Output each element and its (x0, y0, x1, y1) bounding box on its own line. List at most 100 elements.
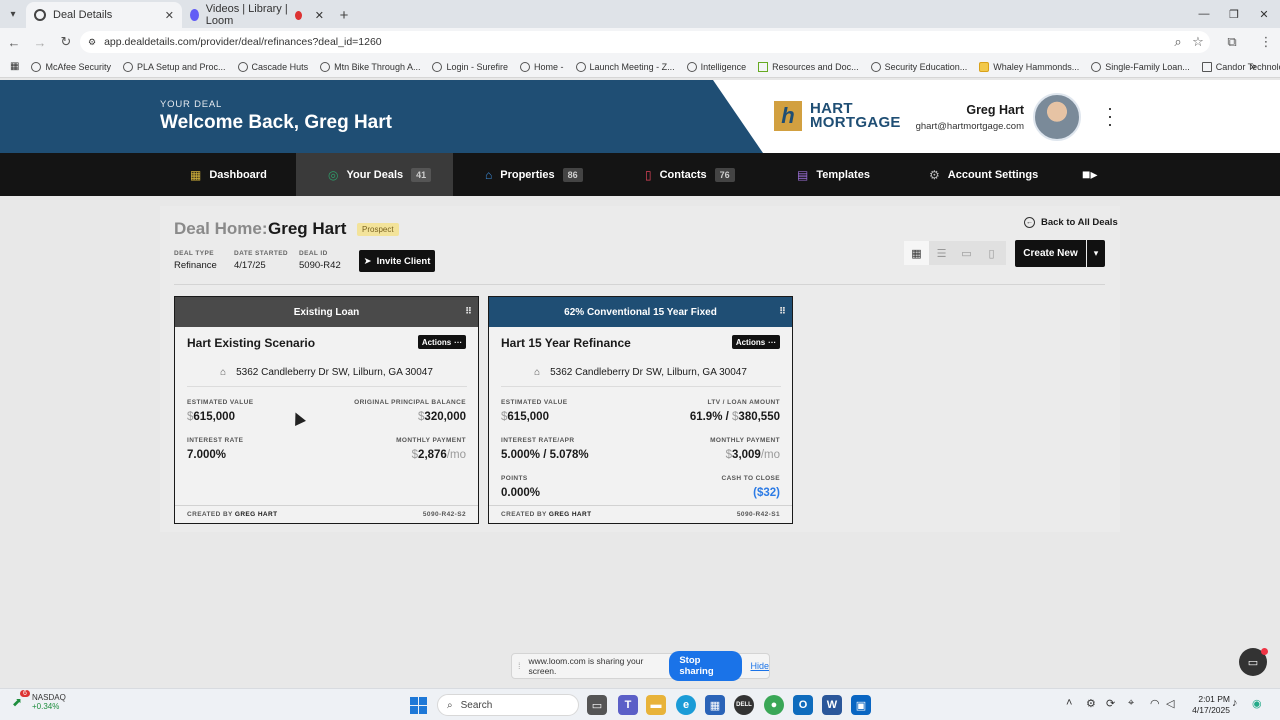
nav-account-settings[interactable]: ⚙ Account Settings (929, 153, 1038, 196)
taskbar-search[interactable]: ⌕ Search (437, 694, 579, 716)
bookmark-item[interactable]: Mtn Bike Through A... (320, 61, 420, 72)
notifications-bell-icon[interactable]: ♪ (1232, 697, 1238, 709)
tray-app-icon[interactable]: ⟳ (1106, 697, 1115, 710)
word-icon[interactable]: W (822, 695, 842, 715)
edge-icon[interactable]: e (676, 695, 696, 715)
tray-app-icon[interactable]: ⌖ (1128, 697, 1134, 710)
nav-dashboard[interactable]: ▦ Dashboard (190, 153, 267, 196)
cash-to-close-label: CASH TO CLOSE (721, 475, 780, 482)
task-view-icon[interactable]: ▭ (587, 695, 607, 715)
bookmark-item[interactable]: Single-Family Loan... (1091, 61, 1190, 72)
nav-templates[interactable]: ▤ Templates (797, 153, 870, 196)
outlook-icon[interactable]: O (793, 695, 813, 715)
bookmark-item[interactable]: Candor Technologi... (1201, 61, 1280, 72)
apps-grid-icon[interactable]: ▦ (10, 61, 19, 72)
tab-deal-details[interactable]: Deal Details ✕ (26, 2, 182, 28)
drag-handle-icon[interactable]: ⠿ (779, 306, 786, 317)
divider (501, 386, 781, 387)
back-arrow-icon[interactable]: ← (2, 30, 26, 54)
file-explorer-icon[interactable]: ▬ (646, 695, 666, 715)
deals-icon: ◎ (328, 167, 339, 182)
drag-handle-icon[interactable]: ⁞ (518, 661, 521, 671)
original-principal-value: $320,000 (418, 411, 466, 423)
nav-contacts[interactable]: ▯ Contacts 76 (645, 153, 735, 196)
system-clock[interactable]: 2:01 PM 4/17/2025 (1180, 694, 1230, 716)
tray-overflow-icon[interactable]: ˄ (1066, 697, 1072, 709)
wifi-icon[interactable]: ◠ (1150, 697, 1160, 710)
user-menu-icon[interactable]: · · · (1102, 99, 1118, 133)
minimize-icon[interactable]: — (1188, 0, 1220, 28)
ltv-loan-amount-label: LTV / LOAN AMOUNT (707, 399, 780, 406)
hide-link[interactable]: Hide (750, 661, 769, 671)
bookmark-item[interactable]: Intelligence (686, 61, 746, 72)
close-tab-icon[interactable]: ✕ (165, 9, 174, 22)
contacts-icon: ▯ (645, 167, 652, 182)
volume-icon[interactable]: ◁ (1166, 697, 1174, 710)
close-window-icon[interactable]: ✕ (1248, 0, 1280, 28)
avatar[interactable] (1033, 93, 1081, 141)
document-view-icon[interactable]: ▯ (979, 241, 1004, 265)
url-text: app.dealdetails.com/provider/deal/refina… (104, 36, 382, 48)
header-kicker: YOUR DEAL (160, 99, 223, 110)
scenario-card-existing: Existing Loan ⠿ Hart Existing Scenario A… (174, 296, 479, 524)
invite-client-button[interactable]: ➤ Invite Client (359, 250, 435, 272)
maximize-icon[interactable]: ❐ (1218, 0, 1250, 28)
windows-start-icon[interactable] (410, 697, 427, 714)
video-view-icon[interactable]: ▭ (954, 241, 979, 265)
extensions-icon[interactable]: ⧉ (1220, 30, 1244, 54)
card-footer: CREATED BY GREG HART 5090-R42-S2 (175, 505, 478, 523)
more-icon: ··· (454, 337, 463, 347)
bookmark-item[interactable]: Login - Surefire (432, 61, 508, 72)
dashboard-icon: ▦ (190, 167, 202, 182)
reload-icon[interactable]: ↻ (54, 30, 78, 54)
create-new-button[interactable]: Create New (1015, 240, 1086, 267)
video-camera-icon[interactable]: ■▸ (1082, 153, 1097, 196)
deal-type-label: DEAL TYPE (174, 250, 214, 257)
list-view-icon[interactable]: ☰ (929, 241, 954, 265)
chrome-icon[interactable]: ● (764, 695, 784, 715)
teams-icon[interactable]: T (618, 695, 638, 715)
bookmark-icon (758, 61, 769, 72)
site-info-icon[interactable]: ⚙ (88, 37, 96, 48)
bookmark-star-icon[interactable]: ☆ (1186, 30, 1210, 54)
bookmark-item[interactable]: PLA Setup and Proc... (122, 61, 226, 72)
nav-your-deals[interactable]: ◎ Your Deals 41 (296, 153, 453, 196)
drag-handle-icon[interactable]: ⠿ (465, 306, 472, 317)
close-tab-icon[interactable]: ✕ (315, 9, 324, 22)
home-icon: ⌂ (220, 367, 227, 378)
grid-view-icon[interactable]: ▦ (904, 241, 929, 265)
bookmarks-overflow-icon[interactable]: » (1250, 61, 1256, 73)
tab-loom-library[interactable]: Videos | Library | Loom ✕ (182, 2, 332, 28)
address-bar[interactable]: ⚙ app.dealdetails.com/provider/deal/refi… (80, 31, 1210, 53)
copilot-icon[interactable]: ◉ (1252, 697, 1262, 710)
bookmark-item[interactable]: Cascade Huts (237, 61, 308, 72)
bookmark-item[interactable]: Whaley Hammonds... (979, 61, 1079, 72)
back-to-all-deals-link[interactable]: ← Back to All Deals (1024, 217, 1118, 228)
actions-button[interactable]: Actions ··· (418, 335, 466, 349)
new-tab-icon[interactable]: + (332, 2, 356, 28)
bookmark-item[interactable]: Security Education... (870, 61, 967, 72)
divider (174, 284, 1105, 285)
bookmark-item[interactable]: Launch Meeting - Z... (575, 61, 675, 72)
stop-sharing-button[interactable]: Stop sharing (669, 651, 743, 681)
nav-properties[interactable]: ⌂ Properties 86 (485, 153, 583, 196)
estimated-value: $615,000 (501, 411, 549, 423)
tab-search-icon[interactable]: ▾ (0, 0, 26, 28)
bookmark-item[interactable]: McAfee Security (31, 61, 111, 72)
store-icon[interactable]: ▦ (705, 695, 725, 715)
browser-menu-icon[interactable]: ⋮ (1254, 30, 1278, 54)
chevron-down-icon[interactable]: ▾ (1087, 240, 1105, 267)
forward-arrow-icon[interactable]: → (28, 30, 52, 54)
bookmark-item[interactable]: Home - (520, 61, 564, 72)
interest-rate-label: INTEREST RATE (187, 437, 244, 444)
view-toggle: ▦ ☰ ▭ ▯ (904, 241, 1006, 265)
remote-app-icon[interactable]: ▣ (851, 695, 871, 715)
more-icon: ··· (768, 337, 777, 347)
bookmark-item[interactable]: Resources and Doc... (758, 61, 859, 72)
bookmark-icon (575, 61, 586, 72)
scenario-name: Hart Existing Scenario (187, 336, 316, 350)
tray-app-icon[interactable]: ⚙ (1086, 697, 1096, 710)
scenario-card-15-year: 62% Conventional 15 Year Fixed ⠿ Hart 15… (488, 296, 793, 524)
actions-button[interactable]: Actions ··· (732, 335, 780, 349)
dell-icon[interactable]: DELL (734, 695, 754, 715)
